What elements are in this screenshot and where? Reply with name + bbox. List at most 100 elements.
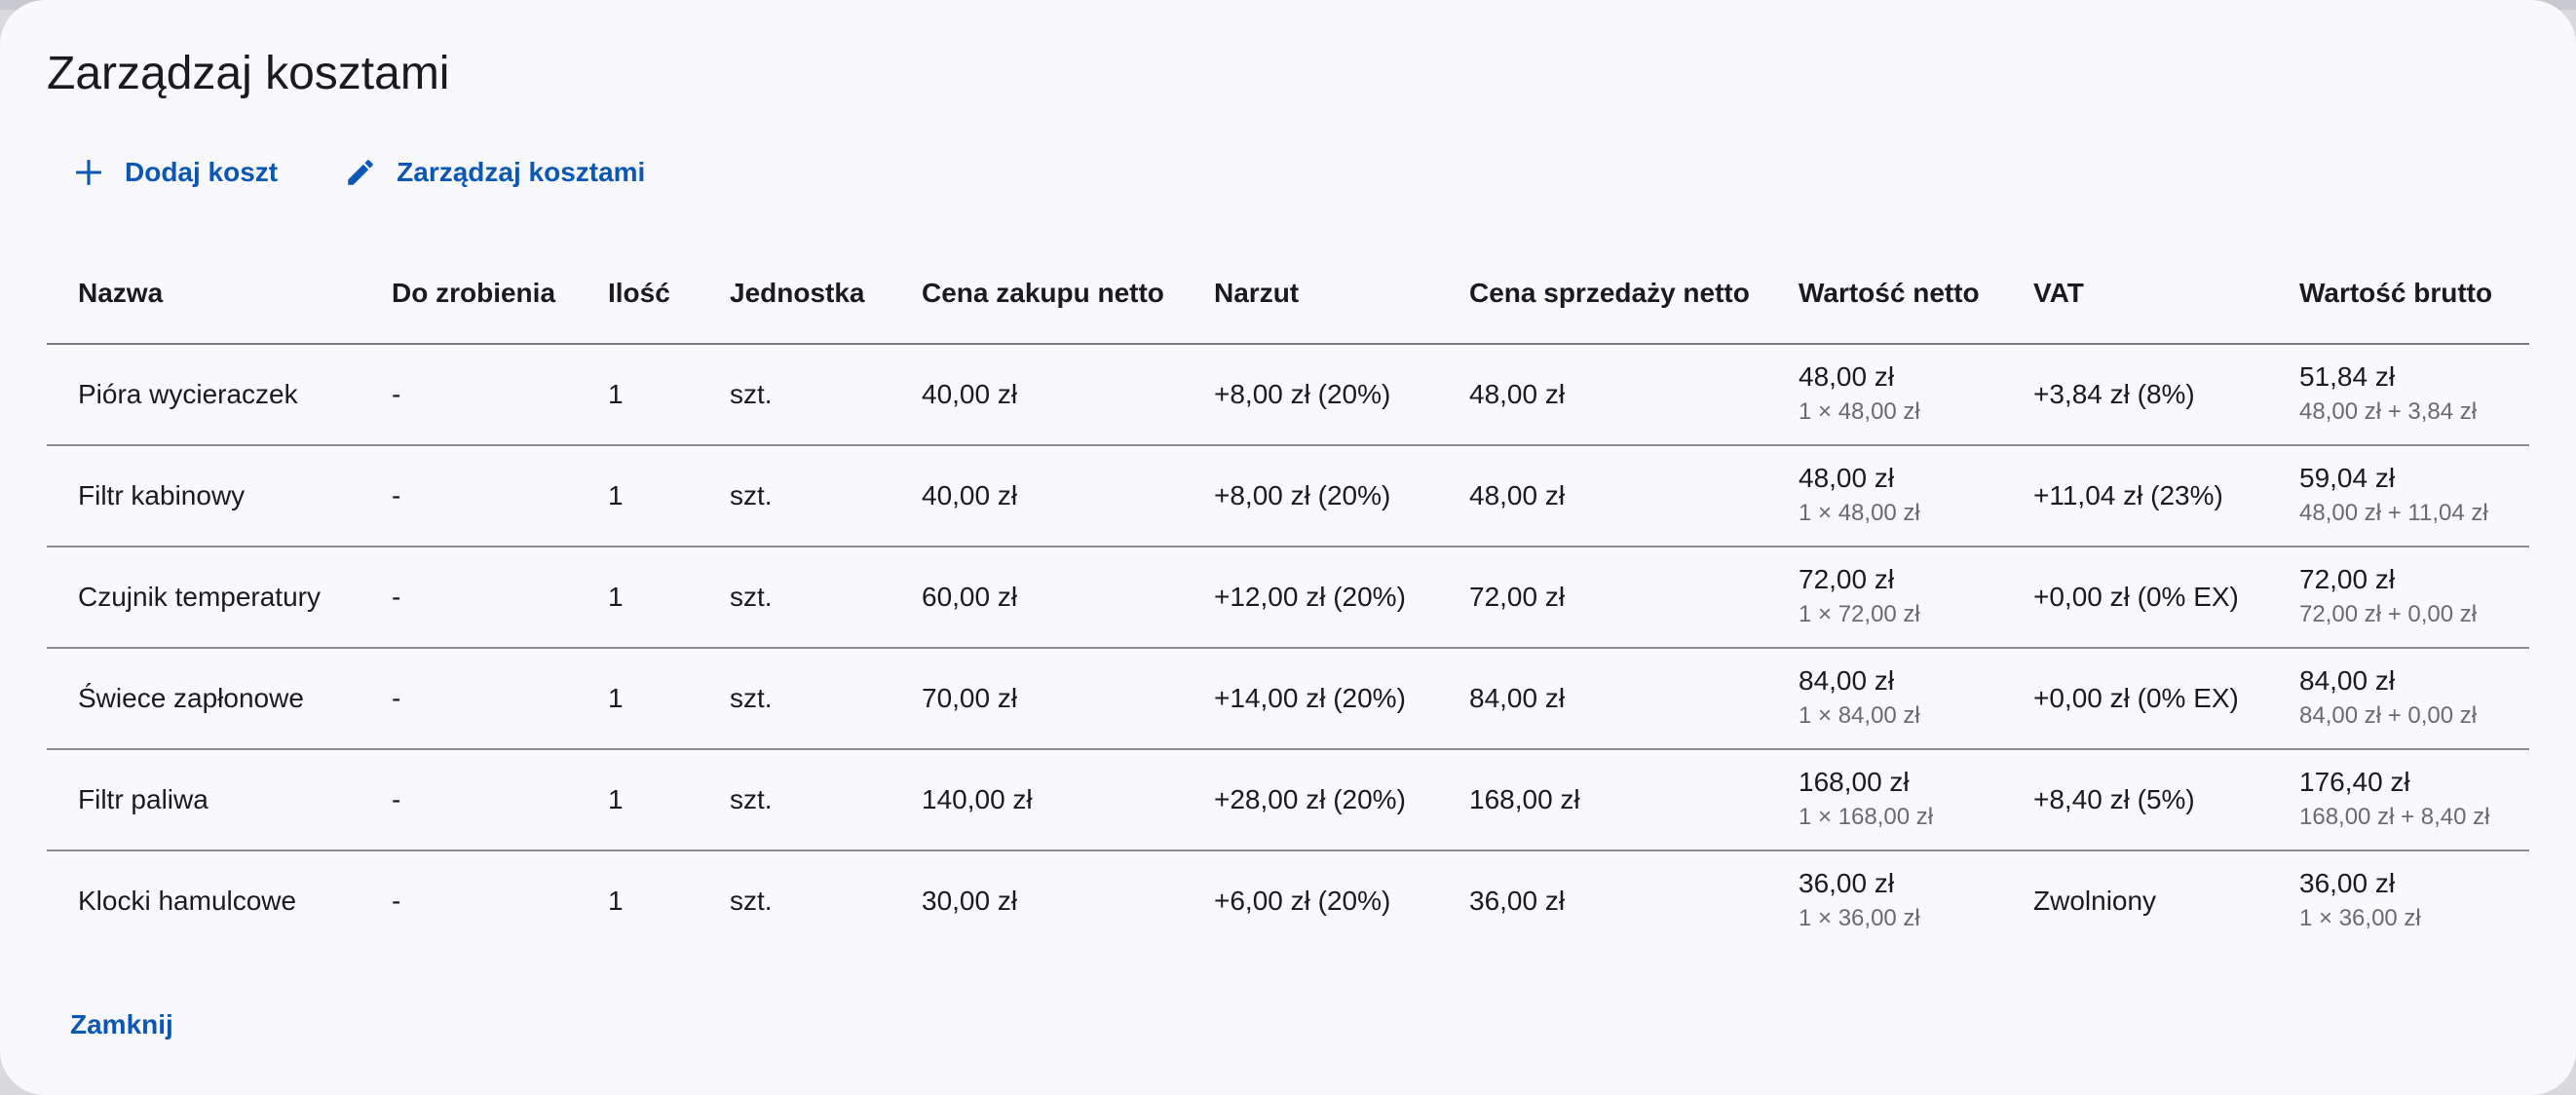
cell-unit: szt. [730, 886, 773, 916]
cell-purchase: 30,00 zł [922, 886, 1018, 916]
col-header-markup[interactable]: Narzut [1183, 244, 1438, 345]
table-row[interactable]: Czujnik temperatury - 1 szt. 60,00 zł +1… [47, 547, 2529, 649]
net-value-detail: 1 × 48,00 zł [1799, 500, 1920, 526]
gross-value-detail: 1 × 36,00 zł [2299, 905, 2421, 931]
gross-value: 36,00 zł [2299, 868, 2396, 898]
costs-table: Nazwa Do zrobienia Ilość Jednostka Cena … [47, 244, 2529, 951]
cell-gross-value: 59,04 zł 48,00 zł + 11,04 zł [2268, 445, 2529, 548]
cell-unit: szt. [699, 648, 890, 750]
net-value-detail: 1 × 168,00 zł [1799, 804, 1934, 830]
gross-value-detail: 168,00 zł + 8,40 zł [2299, 804, 2490, 830]
col-header-vat[interactable]: VAT [2002, 244, 2268, 345]
col-header-name[interactable]: Nazwa [47, 244, 360, 345]
gross-value-detail: 72,00 zł + 0,00 zł [2299, 601, 2478, 627]
net-value-detail: 1 × 48,00 zł [1799, 398, 1920, 425]
cell-unit: szt. [699, 749, 890, 851]
net-value-detail: 1 × 36,00 zł [1799, 905, 1920, 931]
cell-name: Czujnik temperatury [47, 547, 360, 649]
cell-net-value: 168,00 zł 1 × 168,00 zł [1767, 749, 2002, 851]
net-value: 72,00 zł [1799, 564, 1895, 594]
gross-value: 72,00 zł [2299, 564, 2396, 594]
col-header-net-value[interactable]: Wartość netto [1767, 244, 2002, 345]
cell-gross-value: 84,00 zł 84,00 zł + 0,00 zł [2268, 648, 2529, 750]
gross-value: 59,04 zł [2299, 463, 2396, 493]
cell-qty: 1 [577, 749, 699, 851]
col-header-gross-value[interactable]: Wartość brutto [2268, 244, 2529, 345]
cell-vat: +0,00 zł (0% EX) [2002, 648, 2268, 750]
cell-vat: +0,00 zł (0% EX) [2002, 547, 2268, 649]
dialog-toolbar: Dodaj koszt Zarządzaj kosztami [58, 146, 659, 199]
cell-todo: - [360, 344, 577, 446]
gross-value: 84,00 zł [2299, 665, 2396, 696]
net-value-detail: 1 × 72,00 zł [1799, 601, 1920, 627]
cell-purchase: 140,00 zł [890, 749, 1183, 851]
col-header-unit[interactable]: Jednostka [699, 244, 890, 345]
cell-qty: 1 [577, 547, 699, 649]
table-row[interactable]: Klocki hamulcowe - 1 szt. 30,00 zł +6,00… [47, 850, 2529, 951]
close-button[interactable]: Zamknij [57, 1003, 187, 1046]
cell-name: Filtr kabinowy [47, 445, 360, 548]
col-header-purchase[interactable]: Cena zakupu netto [890, 244, 1183, 345]
cell-vat: +3,84 zł (8%) [2002, 344, 2268, 446]
table-row[interactable]: Świece zapłonowe - 1 szt. 70,00 zł +14,0… [47, 648, 2529, 750]
cell-purchase: 60,00 zł [890, 547, 1183, 649]
cell-markup: +8,00 zł (20%) [1183, 445, 1438, 548]
net-value: 48,00 zł [1799, 463, 1895, 493]
cell-todo: - [360, 749, 577, 851]
cell-net-value: 84,00 zł 1 × 84,00 zł [1767, 648, 2002, 750]
col-header-todo[interactable]: Do zrobienia [360, 244, 577, 345]
cell-purchase: 40,00 zł [890, 445, 1183, 548]
plus-icon [76, 160, 101, 185]
cell-net-value: 48,00 zł 1 × 48,00 zł [1767, 445, 2002, 548]
cell-sale: 84,00 zł [1438, 648, 1767, 750]
net-value-detail: 1 × 84,00 zł [1799, 702, 1920, 729]
cell-unit: szt. [699, 445, 890, 548]
cell-qty: 1 [577, 445, 699, 548]
cell-vat: +8,40 zł (5%) [2002, 749, 2268, 851]
cell-vat: Zwolniony [2033, 886, 2157, 916]
cell-net-value: 72,00 zł 1 × 72,00 zł [1767, 547, 2002, 649]
gross-value-detail: 48,00 zł + 11,04 zł [2299, 500, 2488, 526]
cell-markup: +14,00 zł (20%) [1183, 648, 1438, 750]
cell-unit: szt. [699, 547, 890, 649]
net-value: 36,00 zł [1799, 868, 1895, 898]
manage-costs-button[interactable]: Zarządzaj kosztami [330, 146, 659, 199]
cell-gross-value: 176,40 zł 168,00 zł + 8,40 zł [2268, 749, 2529, 851]
cell-sale: 72,00 zł [1438, 547, 1767, 649]
gross-value: 176,40 zł [2299, 767, 2410, 797]
cell-name: Świece zapłonowe [47, 648, 360, 750]
cell-markup: +8,00 zł (20%) [1183, 344, 1438, 446]
cell-name: Klocki hamulcowe [78, 886, 297, 916]
cell-name: Pióra wycieraczek [47, 344, 360, 446]
cell-gross-value: 36,00 zł 1 × 36,00 zł [2268, 850, 2529, 951]
cell-qty: 1 [577, 648, 699, 750]
cell-name: Filtr paliwa [47, 749, 360, 851]
gross-value-detail: 48,00 zł + 3,84 zł [2299, 398, 2478, 425]
cell-gross-value: 51,84 zł 48,00 zł + 3,84 zł [2268, 344, 2529, 446]
table-row[interactable]: Filtr kabinowy - 1 szt. 40,00 zł +8,00 z… [47, 445, 2529, 548]
costs-table-container: Nazwa Do zrobienia Ilość Jednostka Cena … [47, 244, 2529, 951]
cell-sale: 48,00 zł [1438, 445, 1767, 548]
pencil-icon [348, 160, 373, 185]
gross-value: 51,84 zł [2299, 361, 2396, 392]
cell-net-value: 36,00 zł 1 × 36,00 zł [1767, 850, 2002, 951]
cell-purchase: 70,00 zł [890, 648, 1183, 750]
table-row[interactable]: Filtr paliwa - 1 szt. 140,00 zł +28,00 z… [47, 749, 2529, 851]
add-cost-button[interactable]: Dodaj koszt [58, 146, 291, 199]
table-header-row: Nazwa Do zrobienia Ilość Jednostka Cena … [47, 244, 2529, 345]
cell-gross-value: 72,00 zł 72,00 zł + 0,00 zł [2268, 547, 2529, 649]
col-header-sale[interactable]: Cena sprzedaży netto [1438, 244, 1767, 345]
cell-purchase: 40,00 zł [890, 344, 1183, 446]
cell-markup: +6,00 zł (20%) [1214, 886, 1391, 916]
col-header-qty[interactable]: Ilość [577, 244, 699, 345]
net-value: 48,00 zł [1799, 361, 1895, 392]
cell-qty: 1 [577, 344, 699, 446]
cell-todo: - [360, 445, 577, 548]
cell-qty: 1 [608, 886, 624, 916]
manage-costs-label: Zarządzaj kosztami [397, 157, 646, 187]
cell-sale: 36,00 zł [1469, 886, 1566, 916]
add-cost-label: Dodaj koszt [125, 157, 279, 187]
cell-vat: +11,04 zł (23%) [2002, 445, 2268, 548]
table-row[interactable]: Pióra wycieraczek - 1 szt. 40,00 zł +8,0… [47, 344, 2529, 446]
dialog-title: Zarządzaj kosztami [47, 48, 450, 99]
